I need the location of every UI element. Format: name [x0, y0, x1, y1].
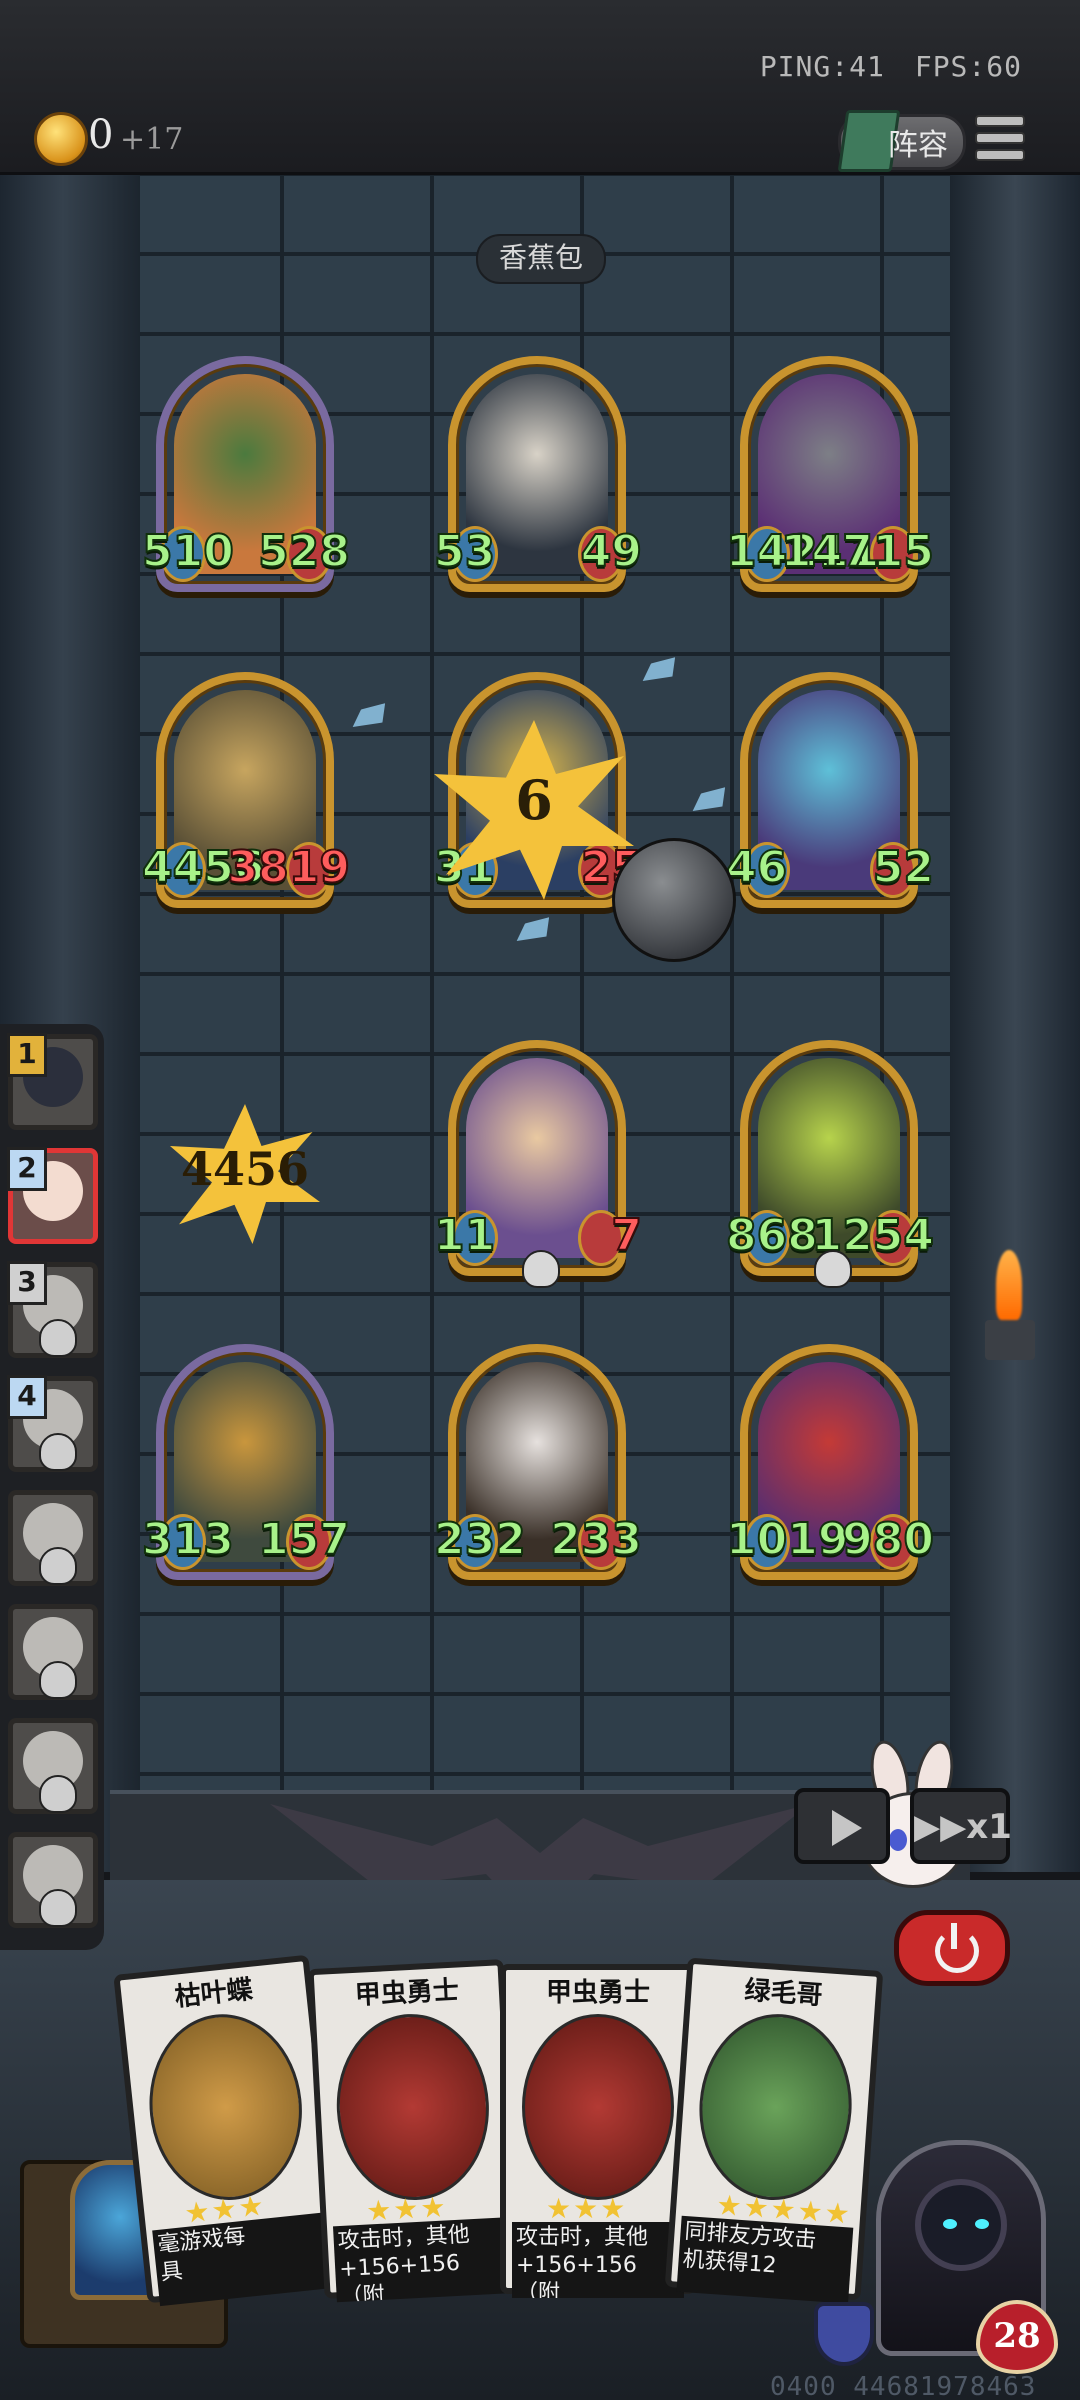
skull-icon	[522, 1250, 560, 1288]
speed-button[interactable]: ▶▶x1	[910, 1788, 1012, 1864]
hamburger-menu-icon[interactable]	[975, 110, 1025, 162]
ping-text: PING:41	[759, 50, 885, 83]
unit-attack: 313	[141, 1513, 235, 1566]
hero-face	[921, 2185, 1001, 2265]
unit-health: 49	[580, 525, 643, 578]
gold-income: +17	[120, 122, 184, 157]
opponent-slot[interactable]	[8, 1604, 98, 1700]
fps-text: FPS:60	[914, 50, 1022, 83]
skull-icon	[39, 1433, 77, 1471]
cannonball-projectile-icon	[612, 838, 736, 962]
player-unit[interactable]: 313 157	[141, 1344, 351, 1584]
play-button[interactable]	[794, 1788, 890, 1864]
unit-health: 980	[841, 1513, 935, 1566]
enemy-unit[interactable]: 14211 14715	[725, 356, 935, 596]
skull-icon	[39, 1775, 77, 1813]
opponent-rank: 1	[7, 1033, 47, 1077]
shield-icon[interactable]	[814, 2302, 874, 2366]
speed-label: x1	[966, 1807, 1012, 1847]
player-unit[interactable]: 11 7	[433, 1040, 643, 1288]
card-description: 攻击时，其他+156+156（附戏变形次数提	[512, 2222, 684, 2298]
unit-health: 14715	[780, 525, 935, 578]
right-pillar	[950, 172, 1080, 1872]
skull-icon	[39, 1661, 77, 1699]
game-screen: PING:41 FPS:60 0 +17 阵容 香蕉包 510 528 53 49 142…	[0, 0, 1080, 2400]
unit-damage-number: 6	[515, 768, 553, 832]
opponent-slot[interactable]	[8, 1832, 98, 1928]
damage-popup-text: 4456	[180, 1142, 310, 1196]
opponent-slot[interactable]	[8, 1718, 98, 1814]
power-button[interactable]	[894, 1910, 1010, 1986]
opponent-slot[interactable]: 3	[7, 1261, 98, 1358]
opponent-slot[interactable]	[8, 1490, 98, 1586]
opponent-rank: 2	[7, 1147, 47, 1191]
card-desc-line: 攻击时，其他	[516, 2225, 649, 2250]
unit-health: 52	[872, 841, 935, 894]
card-art	[693, 2008, 858, 2206]
player-unit[interactable]: 1019 980	[725, 1344, 935, 1584]
network-status: PING:41 FPS:60	[730, 50, 1022, 83]
torch-holder	[985, 1320, 1035, 1360]
card-description: 同排友方攻击 机获得12	[676, 2215, 854, 2304]
opponent-slot[interactable]: 1	[7, 1033, 98, 1130]
hand-card[interactable]: 甲虫勇士★★★攻击时，其他+156+156（附戏变形次数提	[500, 1964, 696, 2298]
card-description: 攻击时，其他+156+156（附战变形次数提	[332, 2217, 509, 2303]
player-unit[interactable]: 232 233	[433, 1344, 643, 1584]
opponent-slot[interactable]: 2	[7, 1147, 98, 1244]
unit-health: 528	[257, 525, 351, 578]
footer-id: 0400 44681978463	[770, 2372, 1037, 2400]
unit-health: 3819	[227, 841, 351, 894]
enemy-unit[interactable]: 46 52	[725, 672, 935, 912]
card-name: 甲虫勇士	[545, 1978, 650, 2008]
unit-attack: 11	[433, 1209, 496, 1262]
skull-icon	[39, 1889, 77, 1927]
gold-crown-coin-icon	[34, 112, 88, 166]
unit-attack: 1019	[725, 1513, 849, 1566]
card-desc-line: +156+156（附	[516, 2253, 637, 2298]
skull-icon	[814, 1250, 852, 1288]
card-art	[332, 2010, 494, 2204]
hand-card[interactable]: 甲虫勇士★★★攻击时，其他+156+156（附战变形次数提	[307, 1959, 521, 2303]
card-name: 绿毛哥	[743, 1975, 824, 2012]
card-art	[522, 2014, 674, 2200]
player-unit[interactable]: 868 1254	[725, 1040, 935, 1288]
gold-count: 0	[88, 112, 114, 158]
opponent-rank: 4	[7, 1375, 47, 1419]
enemy-unit[interactable]: 510 528	[141, 356, 351, 596]
unit-attack: 510	[141, 525, 235, 578]
hand-card[interactable]: 枯叶蝶 ★★★ 毫游戏每具	[113, 1954, 343, 2307]
card-desc-line: +156+156（附	[338, 2250, 461, 2303]
enemy-unit[interactable]: 53 49	[433, 356, 643, 596]
star-rating-icon: ★★★	[546, 2192, 628, 2225]
unit-attack: 232	[433, 1513, 527, 1566]
card-name: 甲虫勇士	[354, 1975, 460, 2011]
top-bar: PING:41 FPS:60 0 +17 阵容	[0, 0, 1080, 175]
unit-health: 157	[257, 1513, 351, 1566]
card-art	[140, 2006, 312, 2208]
skull-icon	[39, 1547, 77, 1585]
lineup-label: 阵容	[888, 128, 948, 163]
unit-health: 233	[549, 1513, 643, 1566]
unit-attack: 868	[725, 1209, 819, 1262]
torch-flame-icon	[996, 1250, 1022, 1320]
opponent-name: 香蕉包	[476, 234, 606, 284]
unit-health: 7	[610, 1209, 643, 1262]
hand-card[interactable]: 绿毛哥 ★★★★★ 同排友方攻击 机获得12	[664, 1957, 884, 2304]
enemy-unit[interactable]: 4456 3819	[141, 672, 351, 912]
unit-attack: 46	[725, 841, 788, 894]
unit-attack: 53	[433, 525, 496, 578]
skull-icon	[39, 1319, 77, 1357]
opponent-rank: 3	[7, 1261, 47, 1305]
card-name: 枯叶蝶	[173, 1974, 255, 2013]
opponent-slot[interactable]: 4	[7, 1375, 98, 1472]
opponent-list: 1 2 3 4	[0, 1024, 104, 1950]
